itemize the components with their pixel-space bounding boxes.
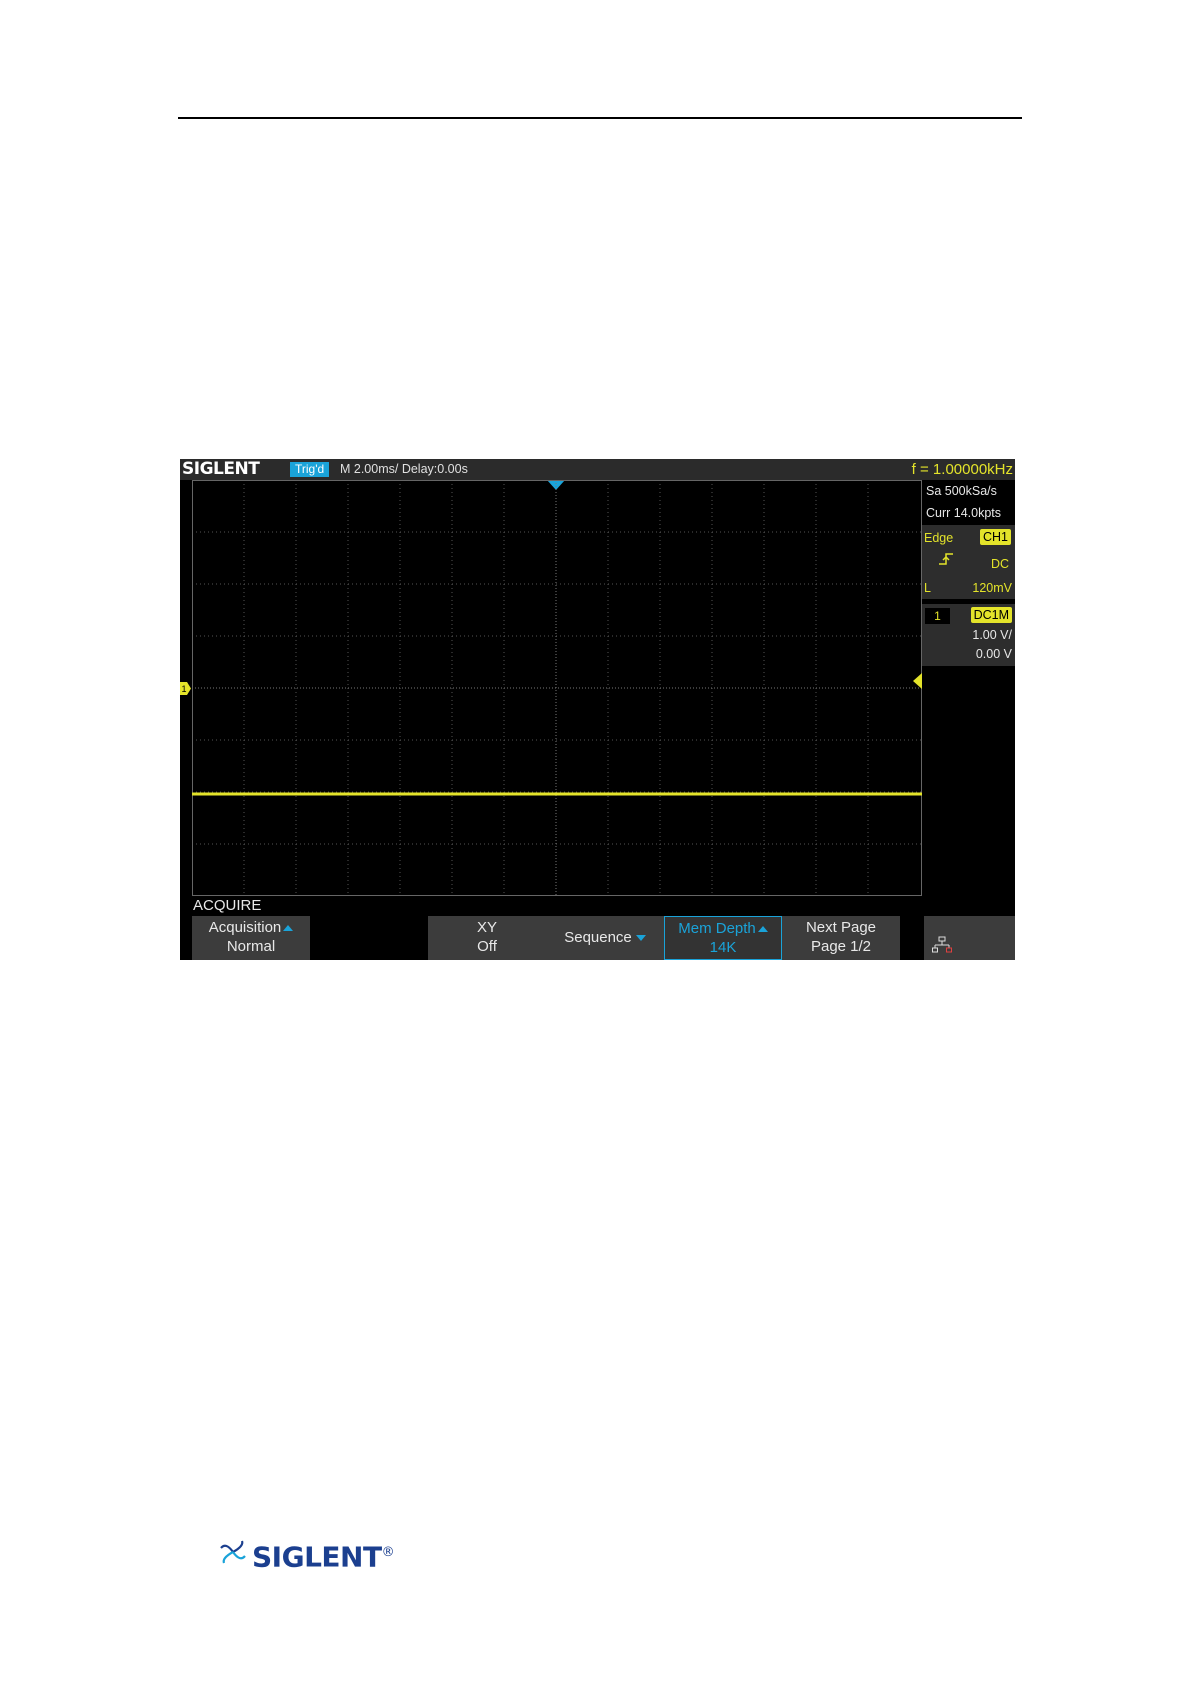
oscilloscope-screen: SIGLENT Trig'd M 2.00ms/ Delay:0.00s f =…: [180, 459, 1015, 960]
acquisition-softkey[interactable]: Acquisition Normal: [192, 916, 310, 960]
network-status-key[interactable]: [924, 916, 1015, 960]
trigger-level: 120mV: [972, 581, 1012, 595]
trigger-level-marker-icon[interactable]: [913, 673, 922, 689]
arrow-up-icon: [283, 925, 294, 932]
channel-coupling: DC1M: [970, 607, 1012, 623]
rising-edge-icon: [939, 553, 953, 565]
ch1-offset-marker-icon[interactable]: 1: [180, 682, 191, 695]
frequency-readout: f = 1.00000kHz: [911, 461, 1013, 478]
trigger-level-label: L: [924, 581, 931, 595]
mem-depth-softkey[interactable]: Mem Depth 14K: [664, 916, 782, 960]
sample-rate-info: Sa 500kSa/s: [926, 484, 997, 498]
trigger-coupling: DC: [990, 557, 1009, 571]
arrow-down-icon: [635, 935, 646, 942]
channel-offset: 0.00 V: [975, 647, 1012, 661]
trigger-status-badge: Trig'd: [290, 462, 330, 477]
trigger-type: Edge: [924, 531, 954, 545]
menu-title: ACQUIRE: [193, 897, 262, 914]
header-rule: [178, 117, 1022, 119]
trigger-source: CH1: [979, 529, 1011, 545]
timebase-readout: M 2.00ms/ Delay:0.00s: [340, 462, 468, 476]
siglent-swirl-icon: [220, 1540, 246, 1564]
memory-depth-info: Curr 14.0kpts: [926, 506, 1002, 520]
svg-text:1: 1: [181, 684, 186, 694]
sequence-softkey[interactable]: Sequence: [546, 916, 664, 960]
network-icon: [932, 936, 952, 953]
trigger-info-panel[interactable]: Edge CH1 DC L 120mV: [922, 525, 1015, 599]
brand-logo: SIGLENT: [182, 459, 260, 479]
next-page-softkey[interactable]: Next Page Page 1/2: [782, 916, 900, 960]
status-bar: SIGLENT Trig'd M 2.00ms/ Delay:0.00s f =…: [180, 459, 1015, 480]
arrow-up-icon: [757, 926, 768, 933]
channel-scale: 1.00 V/: [972, 628, 1012, 642]
channel1-info-panel[interactable]: 1 DC1M 1.00 V/ 0.00 V: [922, 604, 1015, 666]
xy-softkey[interactable]: XY Off: [428, 916, 546, 960]
waveform-grid[interactable]: [192, 480, 922, 896]
channel-number: 1: [925, 608, 950, 624]
graticule: [192, 480, 922, 896]
